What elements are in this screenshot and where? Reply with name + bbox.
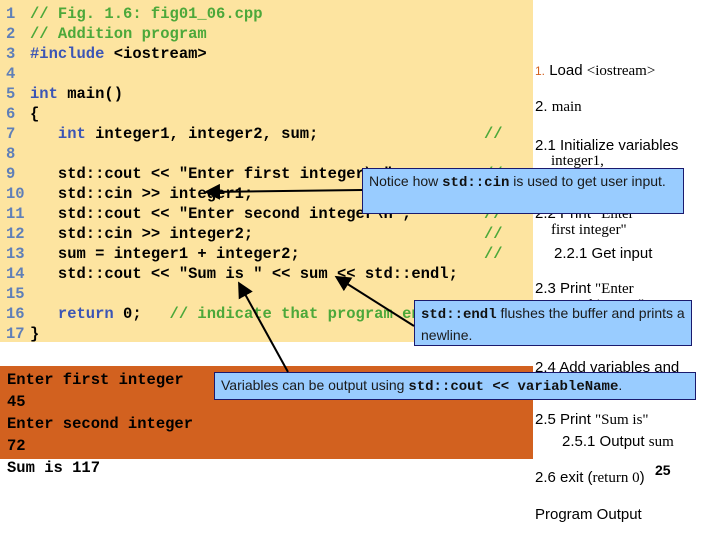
- code-line: 17}: [0, 324, 39, 344]
- outline-label: ): [639, 469, 645, 486]
- code-line: 6{: [0, 104, 39, 124]
- line-number: 15: [6, 285, 25, 303]
- line-number: 6: [6, 105, 16, 123]
- outline-code: "Sum is": [595, 412, 649, 428]
- outline-label: 2.6 exit (: [535, 469, 593, 486]
- code-text: <iostream>: [104, 45, 207, 63]
- callout-text: Notice how: [369, 173, 443, 189]
- line-number: 16: [6, 305, 25, 323]
- code-text: std::cin >> integer1;: [30, 185, 254, 203]
- line-number: 14: [6, 265, 25, 283]
- outline-code: "Enter: [595, 281, 634, 297]
- outline-label: 2.5 Print: [535, 411, 591, 428]
- outline-label: 2.: [535, 98, 548, 115]
- line-number: 17: [6, 325, 25, 343]
- callout-code: std::endl: [421, 307, 497, 323]
- code-line: 10 std::cin >> integer1;: [0, 184, 253, 204]
- output-line: Enter second integer: [7, 415, 194, 433]
- end-comment: //: [484, 225, 503, 243]
- line-number: 7: [6, 125, 16, 143]
- callout-text: Variables can be output using: [221, 377, 409, 393]
- output-line: 45: [7, 393, 26, 411]
- code-line: 2 // Addition program: [0, 24, 207, 44]
- code-text: integer1, integer2, sum;: [85, 125, 319, 143]
- output-line: 72: [7, 437, 26, 455]
- outline-number: 1.: [535, 64, 546, 78]
- callout-endl: std::endl flushes the buffer and prints …: [414, 300, 692, 346]
- outline-item-print-second: 2.3 Print "Enter: [535, 280, 634, 298]
- line-number: 1: [6, 5, 16, 23]
- outline-item-output-sum: 2.5.1 Output sum: [562, 433, 674, 451]
- code-text: // Fig. 1.6: fig01_06.cpp: [30, 5, 263, 23]
- code-text: std::cin >> integer2;: [30, 225, 254, 243]
- line-number: 5: [6, 85, 16, 103]
- outline-item-get-input: 2.2.1 Get input: [554, 245, 653, 262]
- code-line: 13 sum = integer1 + integer2;: [0, 244, 300, 264]
- code-text: std::cout << "Enter second integer\n";: [30, 205, 412, 223]
- keyword: return: [30, 305, 114, 323]
- end-comment: //: [484, 245, 503, 263]
- code-line: 11 std::cout << "Enter second integer\n"…: [0, 204, 411, 224]
- code-line: 12 std::cin >> integer2;: [0, 224, 253, 244]
- code-text: // Addition program: [30, 25, 207, 43]
- code-line: 8: [0, 144, 30, 164]
- code-line: 4: [0, 64, 30, 84]
- code-text: sum = integer1 + integer2;: [30, 245, 300, 263]
- code-text: 0;: [113, 305, 142, 323]
- code-text: {: [30, 105, 40, 123]
- outline-item-init: 2.1 Initialize variables: [535, 137, 679, 154]
- code-line: 15: [0, 284, 30, 304]
- code-text: }: [30, 325, 40, 343]
- line-number: 3: [6, 45, 16, 63]
- outline-item-print-sum: 2.5 Print "Sum is": [535, 411, 649, 429]
- outline-code: main: [551, 99, 582, 115]
- code-line: 3 #include <iostream>: [0, 44, 207, 64]
- keyword: int: [30, 125, 86, 143]
- outline-label: 2.5.1 Output: [562, 433, 645, 450]
- code-line: 9 std::cout << "Enter first integer\n";: [0, 164, 402, 184]
- code-text: main(): [57, 85, 124, 103]
- outline-label: 2.3 Print: [535, 280, 591, 297]
- code-line: 1 // Fig. 1.6: fig01_06.cpp: [0, 4, 263, 24]
- callout-cin: Notice how std::cin is used to get user …: [362, 168, 684, 214]
- callout-code: std::cin: [442, 175, 510, 191]
- outline-item-main: 2. main: [535, 98, 582, 116]
- output-line: Sum is 117: [7, 459, 101, 477]
- outline-code-first-integer: first integer": [551, 222, 627, 238]
- line-number: 11: [6, 205, 25, 223]
- callout-variable-output: Variables can be output using std::cout …: [214, 372, 696, 400]
- outline-item-exit: 2.6 exit (return 0): [535, 469, 645, 487]
- keyword: #include: [30, 45, 105, 63]
- line-number: 13: [6, 245, 25, 263]
- outline-label: Load: [549, 62, 583, 79]
- code-text: std::cout << "Enter first integer\n";: [30, 165, 403, 183]
- output-line: Enter first integer: [7, 371, 184, 389]
- code-line: 14 std::cout << "Sum is " << sum << std:…: [0, 264, 458, 284]
- line-number: 10: [6, 185, 25, 203]
- line-number: 2: [6, 25, 16, 43]
- code-text: std::cout << "Sum is " << sum << std::en…: [30, 265, 458, 283]
- end-comment: //: [484, 125, 503, 143]
- outline-code: sum: [648, 434, 674, 450]
- outline-code: return 0: [592, 470, 640, 486]
- code-line: 7 int integer1, integer2, sum;: [0, 124, 318, 144]
- line-number: 9: [6, 165, 16, 183]
- line-number: 12: [6, 225, 25, 243]
- keyword: int: [30, 85, 58, 103]
- callout-text: is used to get user input.: [509, 173, 666, 189]
- line-number: 8: [6, 145, 16, 163]
- line-number: 4: [6, 65, 16, 83]
- callout-text: .: [618, 377, 623, 393]
- outline-code: <iostream>: [586, 63, 656, 79]
- outline-item-load: 1. Load <iostream>: [535, 62, 655, 80]
- callout-code: std::cout << variableName: [408, 379, 619, 395]
- page-number: 25: [655, 462, 671, 478]
- outline-item-program-output: Program Output: [535, 506, 642, 523]
- code-line: 5 int main(): [0, 84, 123, 104]
